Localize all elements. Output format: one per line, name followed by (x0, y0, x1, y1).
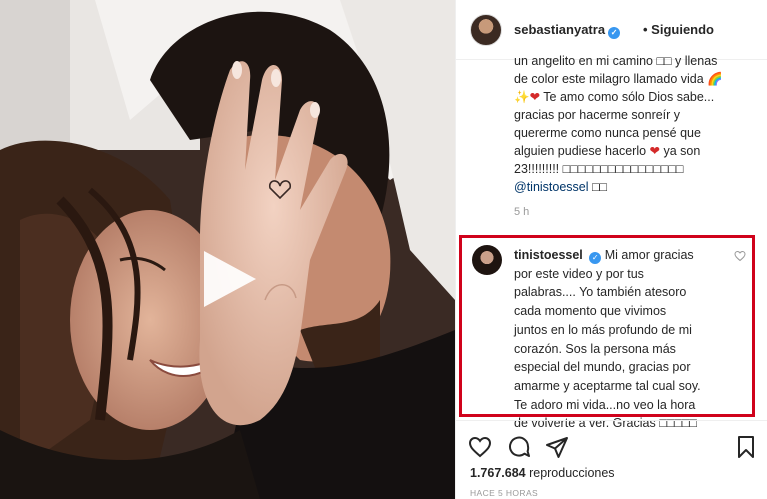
post-header: sebastianyatra ✓ • Siguiendo (456, 0, 767, 60)
following-button[interactable]: • Siguiendo (643, 22, 714, 37)
caption-line: 23!!!!!!!!! □□□□□□□□□□□□□□□□ (514, 162, 684, 176)
comment-like-icon[interactable] (734, 250, 746, 262)
commenter-avatar[interactable] (472, 245, 502, 275)
caption-line: alguien pudiese hacerlo ❤ ya son (514, 142, 750, 160)
caption-timestamp[interactable]: 5 h (514, 206, 529, 218)
caption-line-text: alguien pudiese hacerlo (514, 144, 650, 158)
post-actions (456, 420, 767, 470)
caption-line-text: □□ (588, 180, 608, 194)
play-icon (204, 251, 256, 307)
share-icon[interactable] (545, 435, 569, 459)
caption-line: gracias por hacerme sonreír y (514, 108, 681, 122)
comment-line: tinistoessel ✓ Mi amor gracias (514, 246, 734, 265)
author-avatar[interactable] (470, 14, 502, 46)
view-count[interactable]: 1.767.684 reproducciones (470, 466, 615, 480)
heart-emoji: ❤ (529, 90, 541, 104)
verified-icon: ✓ (589, 252, 602, 264)
verified-icon: ✓ (608, 27, 621, 39)
highlighted-comment: tinistoessel ✓ Mi amor gracias por este … (459, 235, 755, 430)
heart-emoji: ❤ (649, 144, 661, 158)
caption-line: @tinistoessel □□ (514, 178, 750, 196)
view-count-number: 1.767.684 (470, 466, 526, 480)
comment-line: por este video y por tus (514, 266, 644, 281)
post-sidebar: sebastianyatra ✓ • Siguiendo un angelito … (455, 0, 767, 499)
comment-line-text: Mi amor gracias (601, 248, 694, 262)
view-count-label: reproducciones (525, 466, 615, 480)
comment-line: palabras.... Yo también atesoro (514, 285, 687, 300)
heart-icon[interactable] (468, 435, 492, 459)
commenter-username[interactable]: tinistoessel (514, 248, 583, 262)
caption-line: de color este milagro llamado vida 🌈 (514, 72, 723, 86)
comment-line: cada momento que vivimos (514, 304, 667, 319)
comment-line: corazón. Sos la persona más (514, 341, 676, 356)
comment-line: amarme y aceptarme tal cual soy. (514, 378, 701, 393)
caption-line: un angelito en mi camino □□ y llenas (514, 54, 718, 68)
caption-line: quererme como nunca pensé que (514, 126, 701, 140)
comment-line: especial del mundo, gracias por (514, 360, 691, 375)
play-button[interactable] (196, 247, 260, 311)
caption-line: ✨❤ Te amo como sólo Dios sabe... (514, 88, 750, 106)
comment-line: Te adoro mi vida...no veo la hora (514, 397, 696, 412)
post-timestamp[interactable]: HACE 5 HORAS (470, 488, 538, 498)
post-caption: un angelito en mi camino □□ y llenas de … (514, 52, 750, 196)
author-username[interactable]: sebastianyatra ✓ (514, 22, 621, 39)
comment-icon[interactable] (507, 435, 531, 459)
bookmark-icon[interactable] (734, 435, 758, 459)
comment-text: tinistoessel ✓ Mi amor gracias por este … (514, 246, 734, 433)
comment-line: juntos en lo más profundo de mi (514, 322, 692, 337)
caption-line-text: ✨ (514, 90, 530, 104)
post-video[interactable] (0, 0, 455, 499)
caption-line-text: Te amo como sólo Dios sabe... (540, 90, 715, 104)
caption-line-text: ya son (660, 144, 701, 158)
author-username-text[interactable]: sebastianyatra (514, 22, 605, 37)
mention-link[interactable]: @tinistoessel (514, 180, 589, 194)
